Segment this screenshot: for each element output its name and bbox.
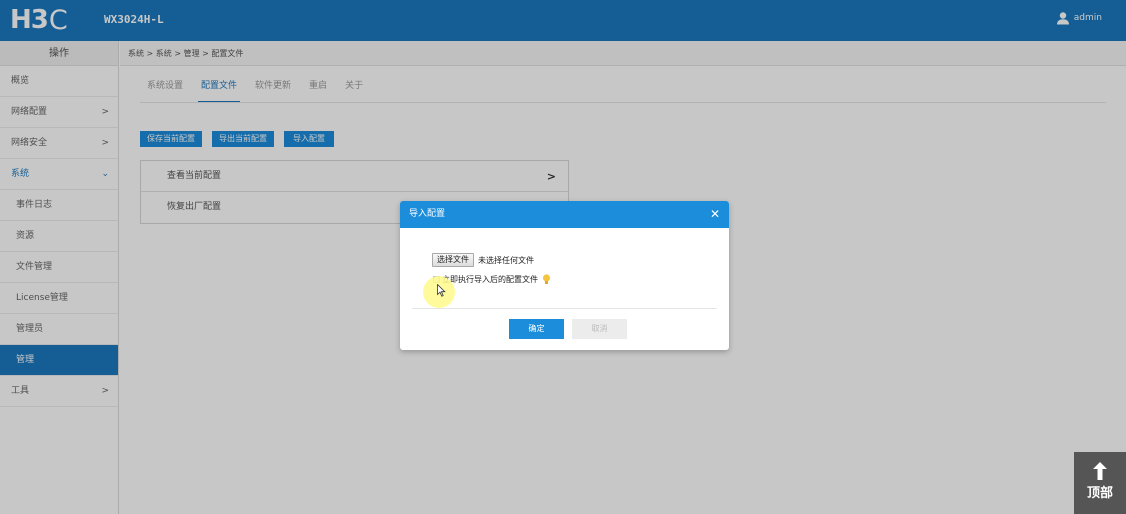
lightbulb-icon[interactable]: [542, 274, 551, 285]
ok-button[interactable]: 确定: [509, 319, 564, 339]
mouse-cursor-icon: [437, 284, 446, 297]
file-status-text: 未选择任何文件: [478, 255, 534, 265]
back-to-top-button[interactable]: 顶部: [1074, 452, 1126, 514]
file-picker: 选择文件 未选择任何文件: [432, 253, 534, 267]
close-icon[interactable]: ✕: [710, 201, 720, 228]
arrow-up-icon: [1093, 462, 1107, 480]
dialog-divider: [412, 308, 717, 309]
dialog-title: 导入配置: [409, 209, 446, 219]
dialog-header: 导入配置 ✕: [400, 201, 729, 228]
back-to-top-label: 顶部: [1086, 486, 1113, 501]
import-config-dialog: 导入配置 ✕ 选择文件 未选择任何文件 立即执行导入后的配置文件 确定 取消: [400, 201, 729, 350]
cancel-button[interactable]: 取消: [572, 319, 627, 339]
choose-file-button[interactable]: 选择文件: [432, 253, 474, 267]
apply-now-label[interactable]: 立即执行导入后的配置文件: [442, 274, 538, 285]
